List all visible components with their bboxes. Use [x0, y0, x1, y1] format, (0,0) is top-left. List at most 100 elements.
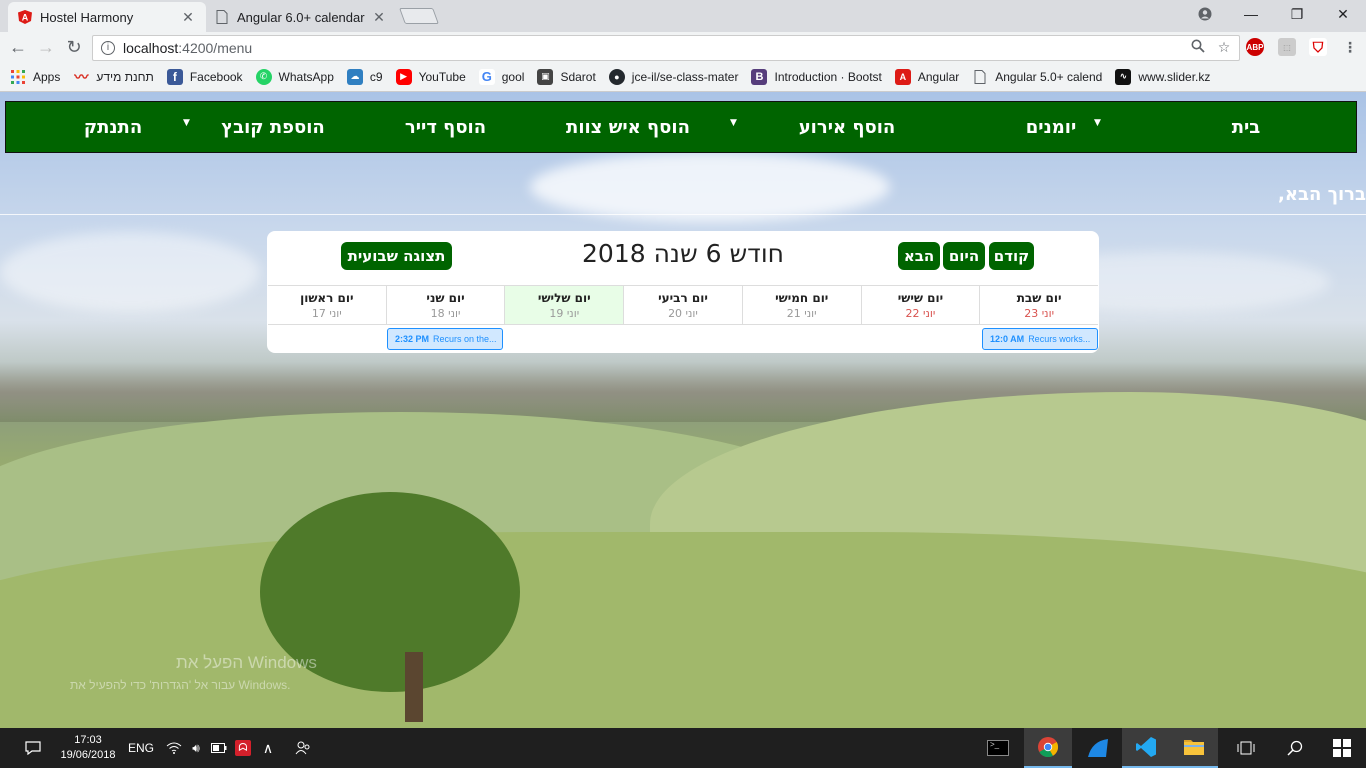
google-icon: G — [478, 68, 495, 85]
close-icon[interactable]: ✕ — [180, 9, 196, 26]
bookmark-info-station[interactable]: 〰 תחנת מידע — [73, 69, 153, 85]
new-tab-button[interactable] — [399, 8, 439, 24]
volume-icon[interactable]: 🔊︎ — [186, 728, 206, 768]
nav-add-event[interactable]: הוסף אירוע ▼ — [728, 101, 966, 153]
today-button[interactable]: היום — [943, 242, 985, 270]
shield-icon[interactable]: ⛉ — [1309, 38, 1327, 56]
acrobat-icon[interactable]: ᗣ — [232, 728, 254, 768]
bookmark-whatsapp[interactable]: ✆ WhatsApp — [255, 68, 334, 85]
angular-icon: A — [18, 10, 32, 24]
calendar-event[interactable]: 2:32 PM Recurs on the... — [387, 328, 503, 350]
chrome-app-icon[interactable] — [1024, 728, 1072, 768]
event-time: 2:32 PM — [395, 334, 430, 344]
profile-icon[interactable] — [1182, 0, 1228, 28]
activation-watermark-title: הפעל את Windows — [176, 653, 317, 672]
day-column-monday[interactable]: יום שני יוני 18 — [385, 286, 505, 324]
caret-down-icon: ▼ — [1094, 118, 1101, 128]
bookmark-sdarot[interactable]: ▣ Sdarot — [537, 68, 596, 85]
bookmark-angular-calendar[interactable]: Angular 5.0+ calend — [972, 69, 1102, 85]
window-close-icon[interactable]: ✕ — [1320, 0, 1366, 28]
search-icon[interactable] — [1282, 728, 1308, 768]
bookmark-slider[interactable]: ∿ www.slider.kz — [1115, 68, 1211, 85]
close-icon[interactable]: ✕ — [371, 9, 387, 26]
bookmark-label: תחנת מידע — [96, 69, 154, 84]
page-icon — [215, 10, 229, 24]
vscode-app-icon[interactable] — [1122, 728, 1170, 768]
day-date: יוני 23 — [1024, 307, 1055, 320]
day-column-thursday[interactable]: יום חמישי יוני 21 — [741, 286, 861, 324]
prev-button[interactable]: קודם — [989, 242, 1034, 270]
day-column-tuesday[interactable]: יום שלישי יוני 19 — [504, 286, 624, 324]
activation-watermark-text: עבור אל 'הגדרות' כדי להפעיל את Windows. — [70, 678, 291, 692]
bookmark-youtube[interactable]: ▶ YouTube — [395, 68, 466, 85]
back-icon[interactable]: ← — [8, 37, 28, 57]
bookmark-gool[interactable]: G gool — [478, 68, 524, 85]
tab-title: Hostel Harmony — [40, 9, 134, 25]
apps-grid-icon — [10, 69, 26, 85]
day-date: יוני 18 — [430, 307, 461, 320]
day-column-sunday[interactable]: יום ראשון יוני 17 — [268, 286, 386, 324]
maximize-icon[interactable]: ❐ — [1274, 0, 1320, 28]
menu-icon[interactable]: ⋮ — [1342, 39, 1358, 55]
reload-icon[interactable]: ↻ — [64, 37, 84, 57]
language-indicator[interactable]: ENG — [126, 728, 156, 768]
page-icon — [972, 69, 988, 85]
bookmark-label: Angular 5.0+ calend — [995, 69, 1103, 84]
bookmark-github[interactable]: ● jce-il/se-class-mater — [608, 68, 738, 85]
info-icon[interactable]: i — [101, 41, 115, 55]
tv-icon: ▣ — [537, 68, 554, 85]
people-icon[interactable] — [292, 728, 314, 768]
day-name: יום שני — [426, 291, 465, 305]
nav-logout[interactable]: התנתק — [43, 101, 183, 153]
bookmark-apps[interactable]: Apps — [10, 69, 60, 85]
nav-home[interactable]: בית — [1136, 101, 1356, 153]
bookmark-facebook[interactable]: f Facebook — [166, 68, 243, 85]
action-center-icon[interactable] — [20, 728, 46, 768]
bookmark-c9[interactable]: ☁ c9 — [346, 68, 383, 85]
browser-toolbar: ← → ↻ i localhost:4200/menu ☆ ABP ⬚ ⛉ ⋮ — [0, 32, 1366, 62]
day-column-friday[interactable]: יום שישי יוני 22 — [860, 286, 980, 324]
tab-angular-calendar[interactable]: Angular 6.0+ calendar ✕ — [205, 2, 397, 32]
calendar-event[interactable]: 12:0 AM Recurs works... — [982, 328, 1098, 350]
angular-icon: A — [894, 68, 911, 85]
battery-icon[interactable] — [209, 728, 229, 768]
system-clock[interactable]: 17:03 19/06/2018 — [56, 728, 120, 768]
nav-add-staff[interactable]: הוסף איש צוות — [528, 101, 728, 153]
bookmark-label: www.slider.kz — [1138, 69, 1211, 84]
pdf-extension-icon[interactable]: ⬚ — [1278, 38, 1296, 56]
next-button[interactable]: הבא — [898, 242, 940, 270]
event-title: Recurs on the... — [433, 334, 497, 344]
calendar-card: תצוגה שבועית חודש 6 שנה 2018 הבא היום קו… — [267, 231, 1099, 353]
terminal-app-icon[interactable]: >_ — [974, 728, 1022, 768]
nav-add-tenant[interactable]: הוסף דייר — [363, 101, 528, 153]
windows-start-icon[interactable] — [1328, 728, 1356, 768]
zoom-icon[interactable] — [1190, 39, 1206, 55]
bookmark-label: c9 — [369, 69, 383, 84]
caret-down-icon: ▼ — [183, 118, 190, 128]
file-explorer-app-icon[interactable] — [1170, 728, 1218, 768]
tab-hostel-harmony[interactable]: A Hostel Harmony ✕ — [8, 2, 206, 32]
forward-icon[interactable]: → — [36, 37, 56, 57]
bookmark-bootstrap[interactable]: B Introduction · Bootst — [751, 68, 882, 85]
wifi-icon[interactable] — [164, 728, 184, 768]
nav-calendars[interactable]: יומנים ▼ — [966, 101, 1136, 153]
week-header: יום שבת יוני 23 יום שישי יוני 22 יום חמי… — [268, 285, 1098, 325]
nav-add-file[interactable]: הוספת קובץ ▼ — [183, 101, 363, 153]
nav-label: התנתק — [83, 116, 143, 138]
nav-label: הוסף איש צוות — [566, 116, 690, 138]
bookmark-label: Apps — [33, 69, 61, 84]
bookmark-label: Introduction · Bootst — [774, 69, 882, 84]
welcome-text: ברוך הבא, — [1278, 184, 1366, 205]
address-bar[interactable]: i localhost:4200/menu — [92, 35, 1240, 61]
adblock-icon[interactable]: ABP — [1246, 38, 1264, 56]
webstorm-app-icon[interactable] — [1074, 728, 1122, 768]
show-hidden-icons-icon[interactable]: ∧ — [258, 728, 278, 768]
day-date: יוני 17 — [311, 307, 342, 320]
day-column-saturday[interactable]: יום שבת יוני 23 — [979, 286, 1098, 324]
bookmark-angular[interactable]: A Angular — [894, 68, 959, 85]
task-view-icon[interactable] — [1232, 728, 1260, 768]
bookmark-star-icon[interactable]: ☆ — [1216, 39, 1232, 55]
day-column-wednesday[interactable]: יום רביעי יוני 20 — [623, 286, 742, 324]
bootstrap-icon: B — [751, 68, 768, 85]
minimize-icon[interactable]: — — [1228, 0, 1274, 28]
